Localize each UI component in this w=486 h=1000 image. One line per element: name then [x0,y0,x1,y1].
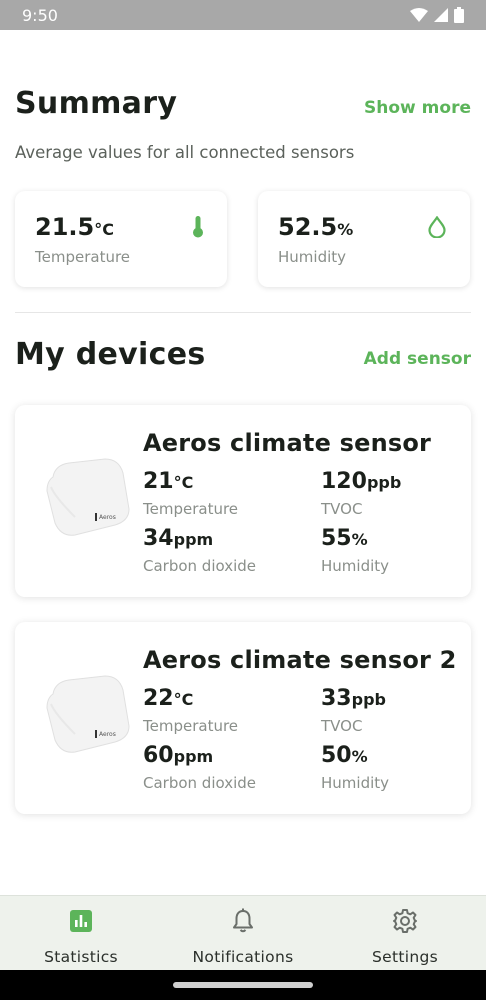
temperature-metric: 21°C Temperature [143,469,239,518]
gear-icon [393,909,417,933]
home-indicator[interactable] [173,982,313,988]
add-sensor-link[interactable]: Add sensor [364,349,471,369]
tvoc-metric: 120ppb TVOC [321,469,402,518]
sensor-device-image: Aeros [46,458,130,536]
signal-icon [434,8,448,22]
temperature-metric: 22°C Temperature [143,686,239,735]
show-more-link[interactable]: Show more [364,98,471,118]
co2-metric: 60ppm Carbon dioxide [143,743,257,792]
humidity-metric: 50% Humidity [321,743,390,792]
sensor-device-image: Aeros [46,675,130,753]
device-card[interactable]: Aeros Aeros climate sensor 21°C Temperat… [15,405,471,597]
summary-value: 21.5°C [35,213,114,241]
nav-item-notifications[interactable]: Notifications [162,896,324,970]
humidity-metric: 55% Humidity [321,526,390,575]
tvoc-metric: 33ppb TVOC [321,686,386,735]
nav-item-statistics[interactable]: Statistics [0,896,162,970]
nav-label: Notifications [192,948,294,966]
nav-label: Statistics [44,948,118,966]
bottom-navigation: Statistics Notifications Settings [0,895,486,970]
summary-subtitle: Average values for all connected sensors [15,143,355,162]
section-divider [15,312,471,313]
summary-label: Humidity [278,248,347,266]
bar-chart-icon [70,910,92,932]
bell-icon [233,908,253,933]
status-time: 9:50 [22,5,58,25]
battery-icon [454,7,464,23]
summary-value: 52.5% [278,213,354,241]
summary-title: Summary [15,86,178,121]
nav-label: Settings [372,948,438,966]
device-card[interactable]: Aeros Aeros climate sensor 2 22°C Temper… [15,622,471,814]
svg-text:Aeros: Aeros [99,514,116,521]
wifi-icon [410,8,428,22]
status-icons [410,7,464,23]
svg-text:Aeros: Aeros [99,731,116,738]
summary-label: Temperature [35,248,131,266]
device-name: Aeros climate sensor 2 [143,646,457,674]
device-name: Aeros climate sensor [143,429,432,457]
devices-header: My devices Add sensor [15,337,471,372]
co2-metric: 34ppm Carbon dioxide [143,526,257,575]
summary-header: Summary Show more [15,86,471,121]
devices-title: My devices [15,337,206,372]
nav-item-settings[interactable]: Settings [324,896,486,970]
thermometer-icon [193,216,203,238]
status-bar: 9:50 [0,0,486,30]
droplet-icon [428,216,446,238]
temperature-summary-card[interactable]: 21.5°C Temperature [15,191,227,287]
humidity-summary-card[interactable]: 52.5% Humidity [258,191,470,287]
